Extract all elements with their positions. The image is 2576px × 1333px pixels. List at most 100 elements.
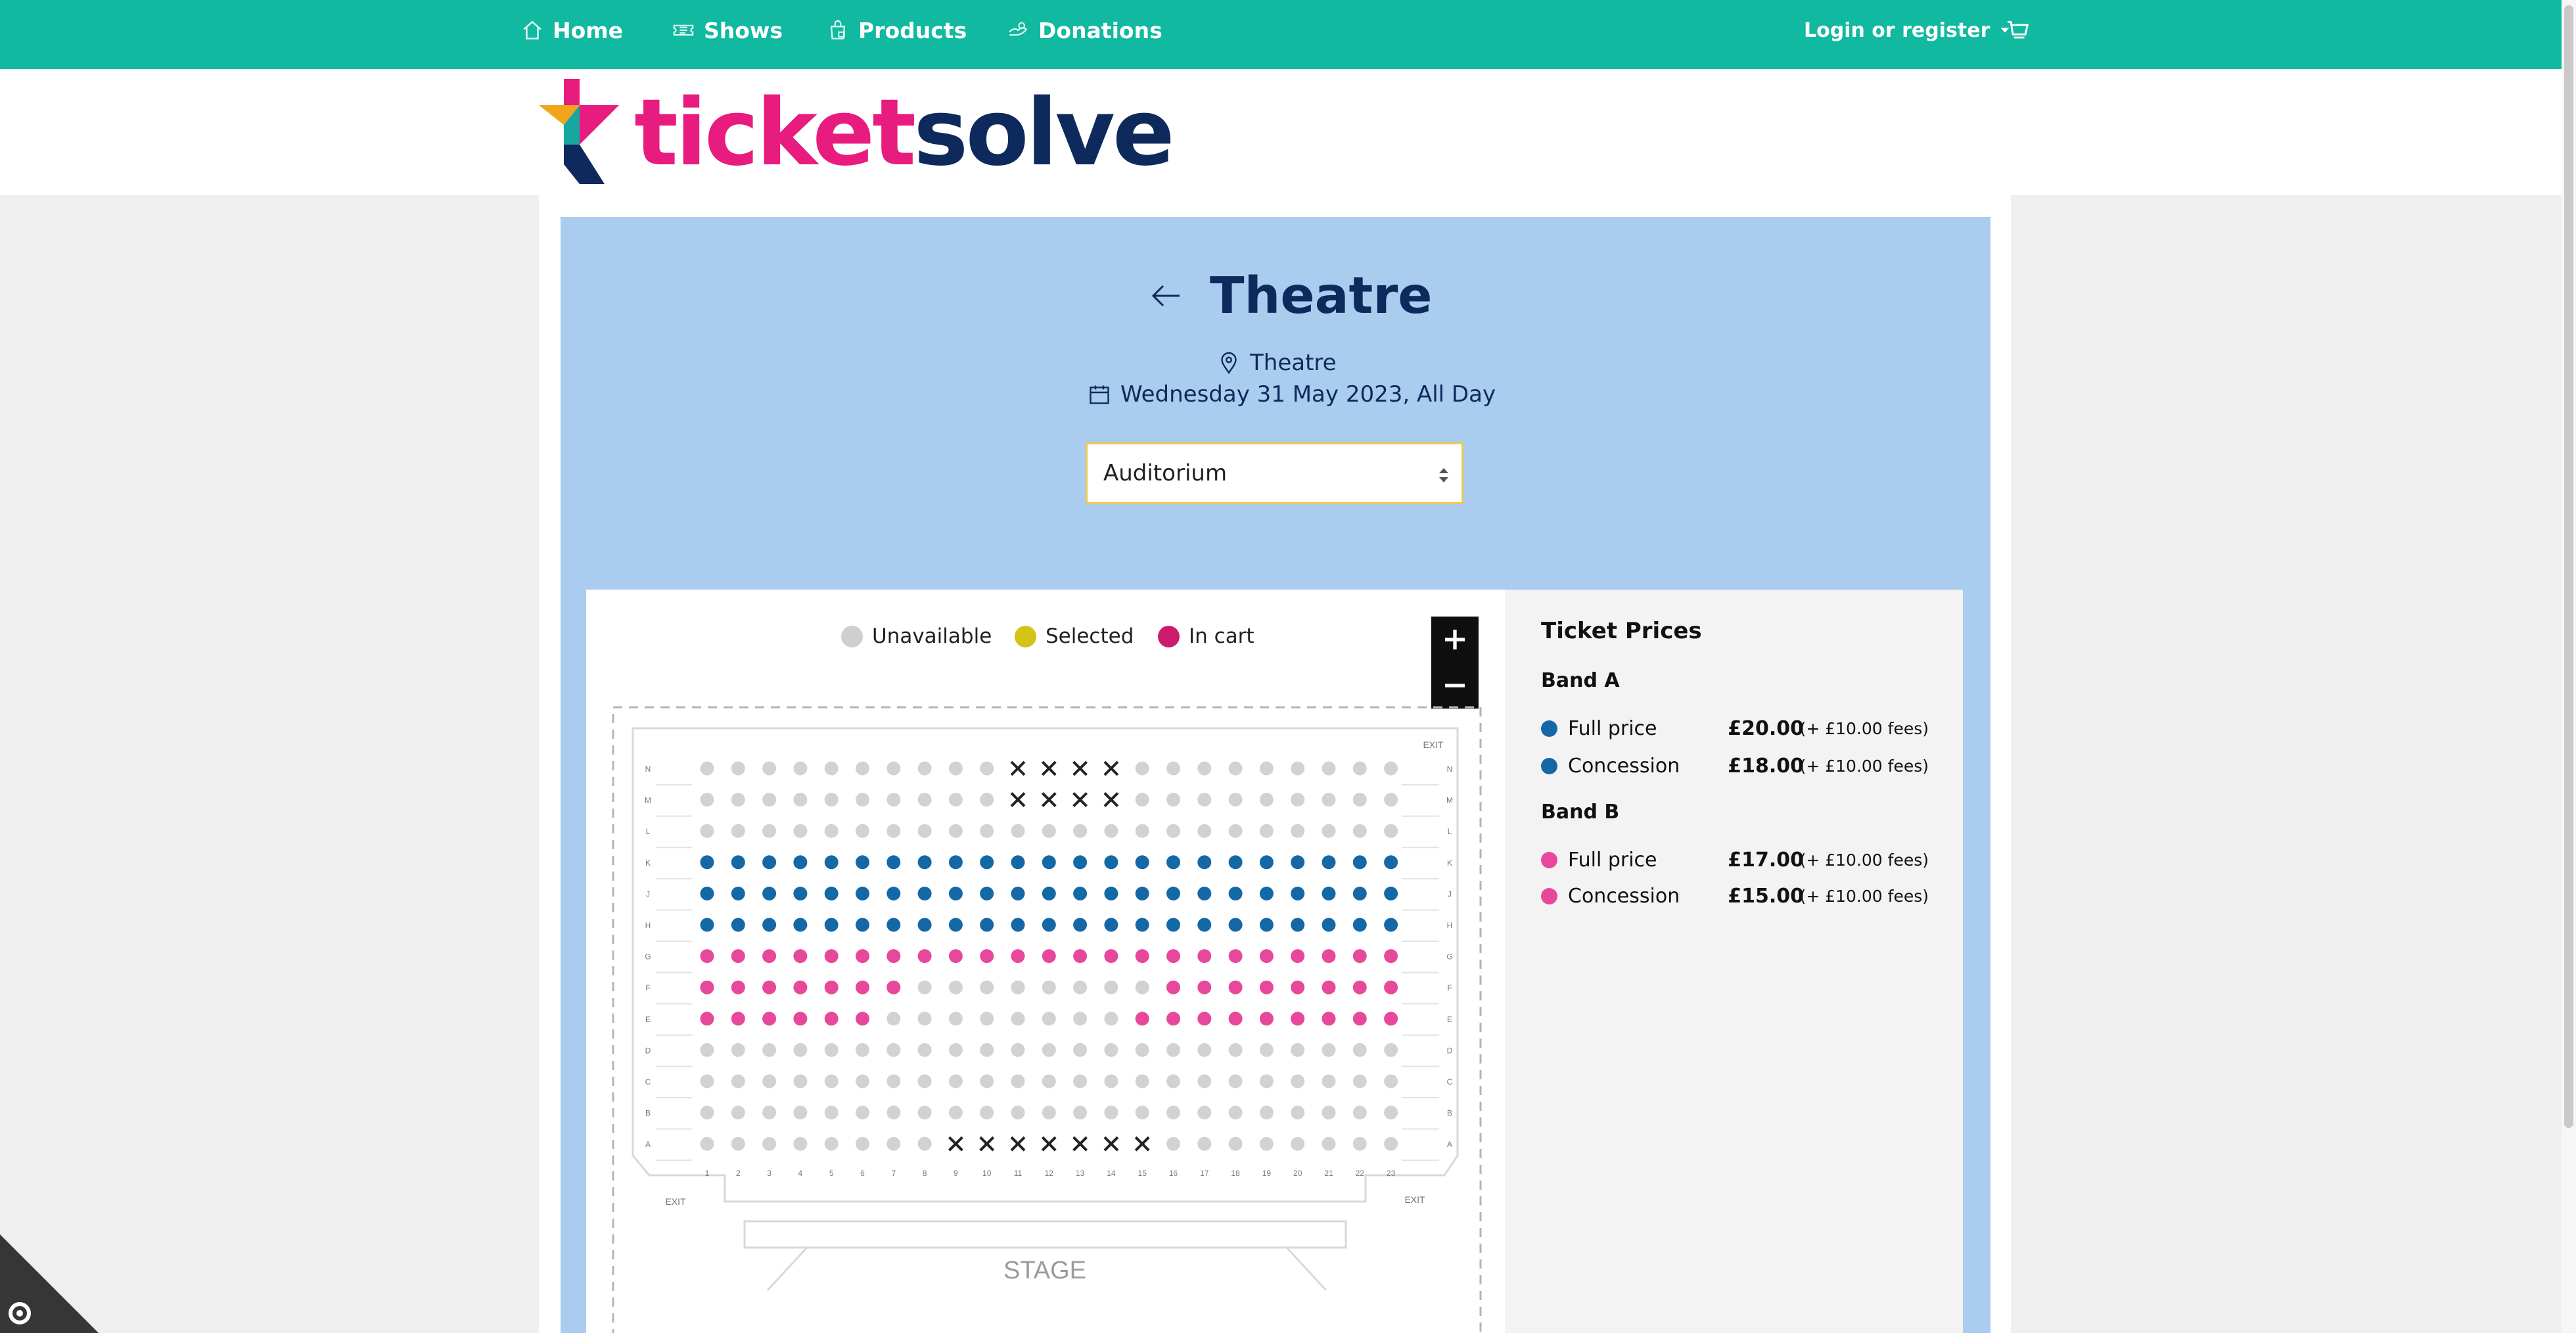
seat-band-a[interactable] [1042,886,1056,900]
seat-band-a[interactable] [1352,918,1367,932]
seat-band-b[interactable] [1384,1012,1398,1026]
seat-band-a[interactable] [1166,855,1180,870]
seat-band-b[interactable] [1228,1012,1243,1026]
seat-band-a[interactable] [886,918,901,932]
seat-band-a[interactable] [1228,918,1243,932]
seat-band-b[interactable] [731,1012,745,1026]
seat-band-b[interactable] [980,949,994,964]
scrollbar-thumb[interactable] [2564,5,2573,1128]
cookie-settings-button[interactable] [0,1234,99,1333]
seat-band-a[interactable] [793,855,808,870]
seat-band-a[interactable] [793,918,808,932]
seat-band-a[interactable] [1291,886,1305,900]
seat-band-b[interactable] [856,980,869,994]
seat-band-b[interactable] [762,1012,777,1026]
seat-band-a[interactable] [1166,886,1180,900]
seat-band-a[interactable] [1011,855,1025,870]
seat-band-a[interactable] [1011,886,1025,900]
seat-band-a[interactable] [762,886,777,900]
seat-band-b[interactable] [1259,1012,1274,1026]
seat-band-a[interactable] [886,886,901,900]
seat-band-a[interactable] [917,855,932,870]
seat-band-b[interactable] [1384,980,1398,994]
seat-band-a[interactable] [793,886,808,900]
seat-band-a[interactable] [856,855,869,870]
seat-band-b[interactable] [1384,949,1398,964]
seat-band-b[interactable] [1322,980,1336,994]
seat-band-a[interactable] [824,886,839,900]
seat-band-b[interactable] [793,949,808,964]
seating-area-select[interactable]: Auditorium [1086,442,1463,504]
seat-band-a[interactable] [1135,855,1149,870]
seat-band-a[interactable] [856,886,869,900]
seat-band-a[interactable] [917,886,932,900]
seat-band-b[interactable] [1291,1012,1305,1026]
seat-band-a[interactable] [1104,918,1118,932]
seat-band-a[interactable] [1384,855,1398,870]
page-scrollbar[interactable] [2562,0,2576,1333]
seat-band-a[interactable] [980,918,994,932]
seat-band-a[interactable] [1073,855,1088,870]
seat-band-a[interactable] [1104,855,1118,870]
cart-button[interactable] [2006,17,2040,43]
seat-band-b[interactable] [824,949,839,964]
seat-band-b[interactable] [1352,949,1367,964]
seat-band-a[interactable] [1104,886,1118,900]
seat-band-a[interactable] [1197,918,1212,932]
zoom-in-button[interactable] [1431,617,1479,663]
seat-band-b[interactable] [1073,949,1088,964]
nav-home[interactable]: Home [521,17,623,43]
seat-band-b[interactable] [1166,1012,1180,1026]
seat-band-b[interactable] [824,980,839,994]
ticketsolve-logo-text[interactable]: ticketsolve [634,78,1175,189]
seat-band-a[interactable] [824,918,839,932]
seat-band-b[interactable] [1322,949,1336,964]
seat-band-a[interactable] [980,886,994,900]
seat-band-a[interactable] [1042,855,1056,870]
seat-band-a[interactable] [731,886,745,900]
seat-band-b[interactable] [856,1012,869,1026]
seat-band-b[interactable] [731,980,745,994]
seat-band-b[interactable] [856,949,869,964]
seat-band-a[interactable] [948,918,963,932]
seat-band-a[interactable] [1352,886,1367,900]
seat-band-a[interactable] [1197,886,1212,900]
seat-band-a[interactable] [731,918,745,932]
seat-band-a[interactable] [1259,855,1274,870]
seat-band-b[interactable] [886,949,901,964]
seat-band-b[interactable] [1104,949,1118,964]
seat-band-a[interactable] [1259,918,1274,932]
seat-band-a[interactable] [700,886,714,900]
seat-band-b[interactable] [1197,1012,1212,1026]
seat-band-b[interactable] [700,1012,714,1026]
seat-band-a[interactable] [824,855,839,870]
seat-band-a[interactable] [948,886,963,900]
seat-band-b[interactable] [700,980,714,994]
seat-band-b[interactable] [762,949,777,964]
seat-band-a[interactable] [1228,855,1243,870]
seat-band-a[interactable] [1322,918,1336,932]
seat-band-b[interactable] [1352,980,1367,994]
seat-band-b[interactable] [762,980,777,994]
seat-band-a[interactable] [762,918,777,932]
seat-band-a[interactable] [856,918,869,932]
seat-band-b[interactable] [1228,949,1243,964]
seat-map[interactable]: STAGE EXIT EXIT EXIT N N M M L L K K J J H H G G F F E E D… [610,702,1484,1333]
seat-band-b[interactable] [1042,949,1056,964]
seat-band-a[interactable] [886,855,901,870]
nav-donations[interactable]: Donations [1007,17,1162,43]
seat-band-b[interactable] [700,949,714,964]
seat-band-a[interactable] [1135,918,1149,932]
seat-band-a[interactable] [1073,886,1088,900]
seat-band-b[interactable] [1011,949,1025,964]
login-register-link[interactable]: Login or register [1804,17,2012,43]
seat-band-a[interactable] [948,855,963,870]
back-arrow-icon[interactable] [1147,276,1186,316]
seat-band-b[interactable] [1322,1012,1336,1026]
nav-products[interactable]: Products [827,17,967,43]
seat-band-a[interactable] [1135,886,1149,900]
nav-shows[interactable]: Shows [672,17,783,43]
seat-band-b[interactable] [1259,980,1274,994]
seat-band-a[interactable] [1228,886,1243,900]
ticketsolve-logo-mark[interactable] [539,79,619,184]
